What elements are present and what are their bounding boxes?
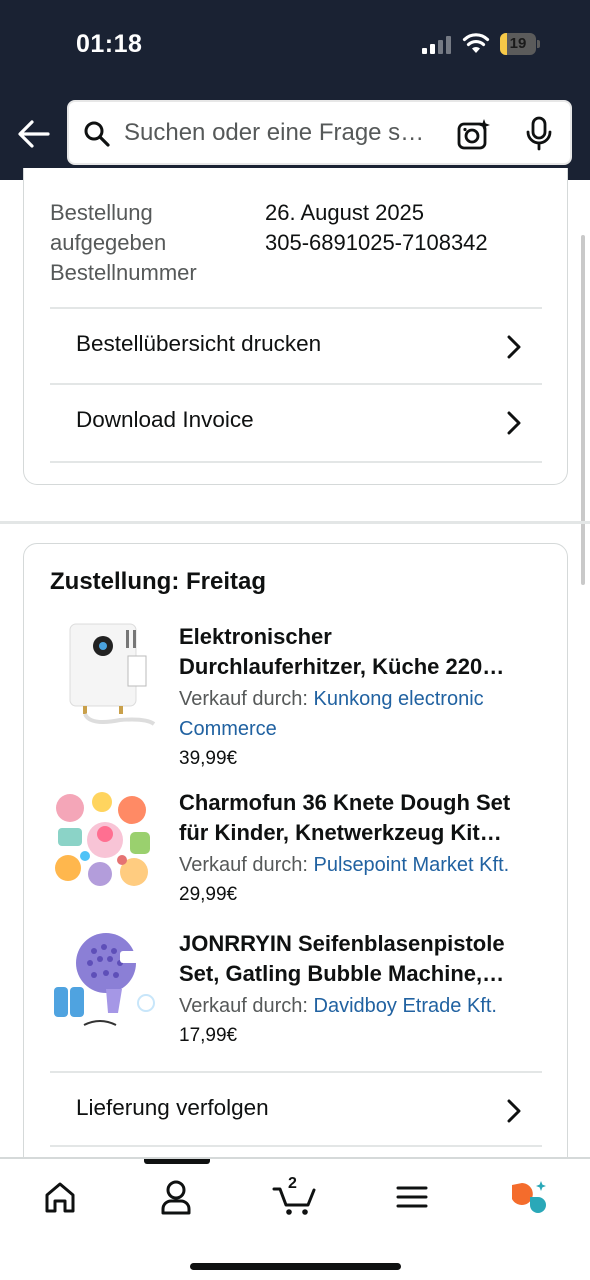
item-seller: Verkauf durch: Pulsepoint Market Kft. — [179, 854, 510, 876]
seller-link[interactable]: Pulsepoint Market Kft. — [314, 854, 510, 876]
wifi-icon — [462, 33, 490, 53]
account-icon[interactable] — [154, 1177, 198, 1217]
scrollbar[interactable] — [581, 235, 585, 585]
delivery-title: Zustellung: Freitag — [50, 568, 266, 595]
home-icon[interactable] — [38, 1177, 82, 1217]
search-icon — [84, 121, 110, 147]
item-seller: Verkauf durch: Kunkong electronic Commer… — [179, 688, 484, 740]
item-price: 39,99€ — [179, 748, 238, 769]
order-placed-label: Bestellung — [50, 200, 153, 225]
item-title[interactable]: Elektronischer Durchlauferhitzer, Küche … — [179, 622, 541, 682]
order-number-label: Bestellnummer — [50, 260, 197, 285]
item-title[interactable]: Charmofun 36 Knete Dough Set für Kinder,… — [179, 788, 541, 848]
seller-link[interactable]: Davidboy Etrade Kft. — [314, 995, 497, 1017]
water-heater-product-image[interactable] — [50, 622, 156, 728]
dough-set-product-image[interactable] — [50, 788, 156, 894]
seller-link[interactable]: Kunkong electronic — [314, 688, 484, 710]
home-indicator — [190, 1263, 401, 1270]
cart-button[interactable]: 2 — [272, 1175, 320, 1217]
active-tab-indicator — [144, 1159, 210, 1164]
camera-lens-icon[interactable] — [457, 118, 491, 150]
download-invoice-link[interactable]: Download Invoice — [50, 383, 542, 463]
status-time: 01:18 — [76, 30, 143, 58]
chevron-right-icon — [507, 1099, 521, 1123]
microphone-icon[interactable] — [525, 116, 553, 152]
bottom-navigation: 2 — [0, 1157, 590, 1280]
order-info-card: Bestellung aufgegeben Bestellnummer 26. … — [23, 168, 568, 485]
chevron-right-icon — [507, 411, 521, 435]
bubble-gun-product-image[interactable] — [50, 929, 156, 1035]
battery-level: 19 — [509, 35, 527, 52]
back-arrow-icon[interactable] — [14, 114, 54, 154]
track-package-label: Lieferung verfolgen — [76, 1095, 269, 1120]
section-divider — [0, 521, 590, 524]
item-price: 17,99€ — [179, 1025, 238, 1046]
order-date: 26. August 2025 — [265, 200, 425, 225]
delivery-card: Zustellung: Freitag Elektronischer Durch… — [23, 543, 568, 1183]
rufus-assistant-icon[interactable] — [508, 1177, 552, 1217]
search-bar[interactable] — [67, 100, 572, 165]
item-seller: Verkauf durch: Davidboy Etrade Kft. — [179, 995, 497, 1017]
seller-link-continued[interactable]: Commerce — [179, 718, 277, 740]
search-input[interactable] — [124, 102, 444, 163]
track-package-link[interactable]: Lieferung verfolgen — [50, 1071, 542, 1147]
order-placed-label-2: aufgegeben — [50, 230, 167, 255]
chevron-right-icon — [507, 335, 521, 359]
item-title[interactable]: JONRRYIN Seifenblasenpistole Set, Gatlin… — [179, 929, 541, 989]
app-header: 01:18 19 — [0, 0, 590, 180]
download-invoice-label: Download Invoice — [76, 407, 254, 432]
cellular-signal-icon — [422, 34, 452, 54]
print-order-summary-label: Bestellübersicht drucken — [76, 331, 322, 356]
order-number: 305-6891025-7108342 — [265, 230, 488, 255]
battery-icon: 19 — [500, 33, 540, 55]
menu-icon[interactable] — [390, 1177, 434, 1217]
cart-count-badge: 2 — [288, 1175, 297, 1192]
item-price: 29,99€ — [179, 884, 238, 905]
print-order-summary-link[interactable]: Bestellübersicht drucken — [50, 307, 542, 383]
